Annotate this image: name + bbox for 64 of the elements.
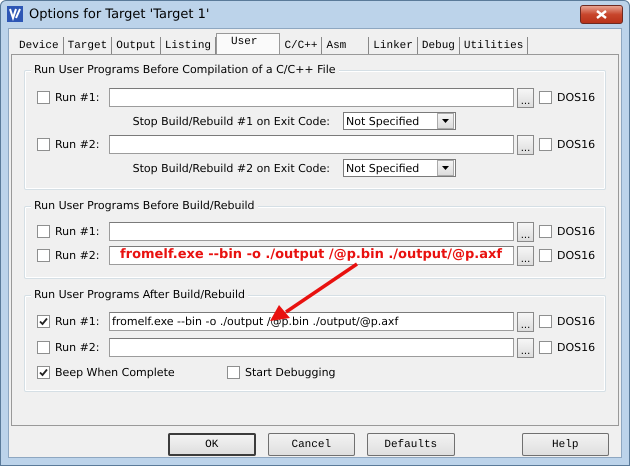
command-field[interactable]: fromelf.exe --bin -o ./output /@p.bin ./output/@p.axf: [109, 246, 514, 265]
checkbox[interactable]: [539, 138, 552, 151]
run-label: Run #2:: [55, 341, 101, 354]
tab[interactable]: C/C++: [280, 37, 322, 54]
dos16-label: DOS16: [557, 225, 596, 238]
checkbox[interactable]: [227, 366, 240, 378]
dos16-label: DOS16: [557, 341, 596, 354]
group-title: Run User Programs After Build/Rebuild: [31, 288, 248, 301]
annotation-text: fromelf.exe --bin -o ./output /@p.bin ./output/@p.axf: [120, 247, 502, 262]
browse-button[interactable]: ...: [517, 134, 534, 154]
exit-code-label: Stop Build/Rebuild #2 on Exit Code:: [132, 162, 330, 174]
exit-code-dropdown[interactable]: Not Specified: [343, 112, 456, 130]
dialog-button[interactable]: OK: [168, 433, 256, 456]
tab[interactable]: Asm: [322, 37, 370, 54]
command-field[interactable]: [109, 88, 514, 107]
run-label: Run #1:: [55, 91, 101, 104]
window-title: Options for Target 'Target 1': [29, 6, 210, 22]
dialog-button[interactable]: Defaults: [367, 433, 454, 456]
command-field[interactable]: [109, 135, 514, 154]
run-label: Run #2:: [55, 138, 101, 151]
browse-button[interactable]: ...: [517, 338, 534, 358]
checkbox[interactable]: [539, 225, 552, 238]
checkbox[interactable]: [37, 315, 50, 328]
run-label: Run #1:: [55, 225, 101, 238]
tab[interactable]: Linker: [369, 37, 418, 54]
checkbox[interactable]: [37, 249, 50, 262]
group-title: Run User Programs Before Compilation of a C/C++ File: [31, 63, 339, 76]
checkbox[interactable]: [37, 341, 50, 354]
browse-button[interactable]: ...: [517, 222, 534, 242]
dialog-button[interactable]: Cancel: [268, 433, 356, 456]
dialog-button[interactable]: Help: [522, 433, 609, 456]
checkbox[interactable]: [539, 341, 552, 354]
tab[interactable]: User: [216, 33, 280, 54]
command-field[interactable]: [109, 222, 514, 241]
browse-button[interactable]: ...: [517, 312, 534, 332]
browse-button[interactable]: ...: [517, 88, 534, 108]
checkbox[interactable]: [539, 249, 552, 262]
close-button[interactable]: [580, 4, 623, 24]
command-field[interactable]: [109, 338, 514, 357]
checkbox[interactable]: [37, 366, 50, 378]
browse-button[interactable]: ...: [517, 246, 534, 266]
dos16-label: DOS16: [557, 91, 596, 104]
dos16-label: DOS16: [557, 315, 596, 328]
tab[interactable]: Output: [112, 37, 161, 54]
tab[interactable]: Utilities: [460, 37, 528, 54]
checkbox[interactable]: [539, 315, 552, 328]
option-label: Start Debugging: [245, 366, 336, 378]
exit-code-dropdown[interactable]: Not Specified: [343, 159, 456, 177]
run-label: Run #2:: [55, 249, 101, 262]
tab[interactable]: Device: [15, 37, 64, 54]
tab[interactable]: Debug: [418, 37, 460, 54]
tab[interactable]: Target: [64, 37, 112, 54]
checkbox[interactable]: [37, 138, 50, 151]
app-logo-icon: [7, 6, 23, 22]
run-label: Run #1:: [55, 315, 101, 328]
group-title: Run User Programs Before Build/Rebuild: [31, 199, 258, 212]
dos16-label: DOS16: [557, 249, 596, 262]
checkbox[interactable]: [37, 225, 50, 238]
checkbox[interactable]: [37, 91, 50, 104]
exit-code-label: Stop Build/Rebuild #1 on Exit Code:: [132, 114, 330, 128]
dos16-label: DOS16: [557, 138, 596, 151]
close-icon: [596, 10, 607, 18]
option-label: Beep When Complete: [55, 366, 175, 378]
checkbox[interactable]: [539, 91, 552, 104]
